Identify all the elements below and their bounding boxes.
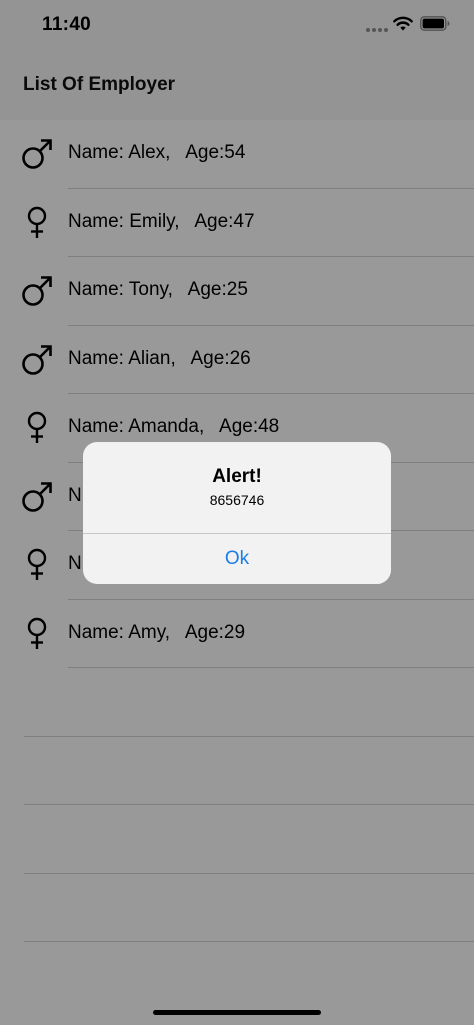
ok-button[interactable]: Ok: [83, 534, 391, 584]
alert-title: Alert!: [212, 466, 262, 487]
alert-message: 8656746: [209, 492, 265, 508]
home-indicator[interactable]: [153, 1010, 321, 1015]
alert-dialog: Alert! 8656746 Ok: [83, 442, 391, 584]
screen: 11:40 List Of Employer Name: Alex, Age:5…: [0, 0, 474, 1025]
